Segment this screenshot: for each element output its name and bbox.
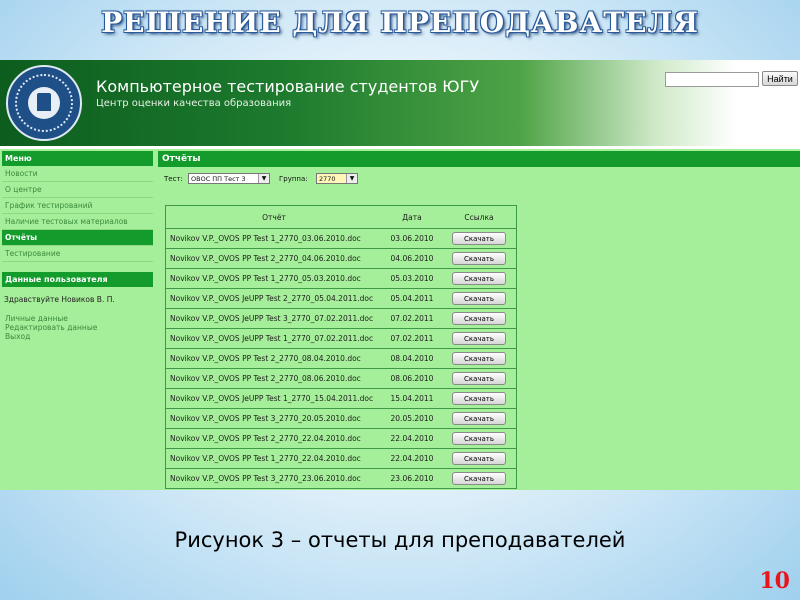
report-name: Novikov V.P._OVOS PP Test 1_2770_05.03.2… [165,268,382,289]
report-name: Novikov V.P._OVOS PP Test 2_2770_08.06.2… [165,368,382,389]
table-row: Novikov V.P._OVOS JeUPP Test 1_2770_07.0… [165,328,517,349]
filters: Тест: ОВОС ПП Тест 3 ▼ Группа: 2770 ▼ [158,167,800,193]
download-button[interactable]: Скачать [452,252,506,265]
column-header-date: Дата [382,205,442,229]
chevron-down-icon: ▼ [346,174,357,183]
menu-header: Меню [2,151,153,166]
download-button[interactable]: Скачать [452,432,506,445]
table-row: Novikov V.P._OVOS PP Test 3_2770_23.06.2… [165,468,517,489]
test-label: Тест: [164,175,183,183]
report-name: Novikov V.P._OVOS JeUPP Test 1_2770_07.0… [165,328,382,349]
download-button[interactable]: Скачать [452,452,506,465]
search-input[interactable] [665,72,759,87]
report-name: Novikov V.P._OVOS PP Test 1_2770_03.06.2… [165,228,382,249]
report-name: Novikov V.P._OVOS JeUPP Test 2_2770_05.0… [165,288,382,309]
table-row: Novikov V.P._OVOS PP Test 2_2770_08.04.2… [165,348,517,369]
report-date: 05.04.2011 [382,288,442,309]
report-name: Novikov V.P._OVOS PP Test 2_2770_08.04.2… [165,348,382,369]
download-button[interactable]: Скачать [452,232,506,245]
download-button[interactable]: Скачать [452,372,506,385]
download-button[interactable]: Скачать [452,312,506,325]
group-select-value: 2770 [319,175,336,183]
test-select-value: ОВОС ПП Тест 3 [191,175,246,183]
table-row: Novikov V.P._OVOS PP Test 2_2770_22.04.2… [165,428,517,449]
chevron-down-icon: ▼ [258,174,269,183]
user-greeting: Здравствуйте Новиков В. П. [4,295,115,304]
report-name: Novikov V.P._OVOS PP Test 1_2770_22.04.2… [165,448,382,469]
table-row: Novikov V.P._OVOS PP Test 1_2770_05.03.2… [165,268,517,289]
table-row: Novikov V.P._OVOS PP Test 1_2770_03.06.2… [165,228,517,249]
download-button[interactable]: Скачать [452,392,506,405]
sidebar-item-reports[interactable]: Отчёты [2,230,153,246]
table-row: Novikov V.P._OVOS JeUPP Test 2_2770_05.0… [165,288,517,309]
report-date: 07.02.2011 [382,308,442,329]
report-date: 07.02.2011 [382,328,442,349]
report-name: Novikov V.P._OVOS PP Test 2_2770_04.06.2… [165,248,382,269]
reports-table: Отчёт Дата Ссылка Novikov V.P._OVOS PP T… [165,205,517,489]
download-button[interactable]: Скачать [452,292,506,305]
sidebar-item-testing[interactable]: Тестирование [2,246,153,262]
table-row: Novikov V.P._OVOS PP Test 2_2770_04.06.2… [165,248,517,269]
table-row: Novikov V.P._OVOS PP Test 3_2770_20.05.2… [165,408,517,429]
page-number: 10 [759,568,790,594]
sidebar-item-materials[interactable]: Наличие тестовых материалов [2,214,153,230]
download-button[interactable]: Скачать [452,472,506,485]
report-name: Novikov V.P._OVOS PP Test 2_2770_22.04.2… [165,428,382,449]
personal-data-link[interactable]: Личные данные [2,314,153,323]
table-row: Novikov V.P._OVOS JeUPP Test 1_2770_15.0… [165,388,517,409]
report-name: Novikov V.P._OVOS JeUPP Test 3_2770_07.0… [165,308,382,329]
site-subtitle: Центр оценки качества образования [96,98,292,109]
download-button[interactable]: Скачать [452,272,506,285]
report-date: 08.04.2010 [382,348,442,369]
report-date: 05.03.2010 [382,268,442,289]
report-date: 22.04.2010 [382,428,442,449]
figure-caption: Рисунок 3 – отчеты для преподавателей [174,528,626,552]
group-label: Группа: [279,175,308,183]
report-name: Novikov V.P._OVOS PP Test 3_2770_23.06.2… [165,468,382,489]
download-button[interactable]: Скачать [452,352,506,365]
site-header: Компьютерное тестирование студентов ЮГУ … [0,60,800,146]
table-row: Novikov V.P._OVOS PP Test 1_2770_22.04.2… [165,448,517,469]
logout-link[interactable]: Выход [2,332,153,341]
report-date: 20.05.2010 [382,408,442,429]
report-name: Novikov V.P._OVOS PP Test 3_2770_20.05.2… [165,408,382,429]
sidebar: Меню Новости О центре График тестировани… [2,149,153,341]
column-header-report: Отчёт [165,205,382,229]
user-data-header: Данные пользователя [2,272,153,287]
column-header-link: Ссылка [442,205,517,229]
report-date: 15.04.2011 [382,388,442,409]
table-row: Novikov V.P._OVOS PP Test 2_2770_08.06.2… [165,368,517,389]
edit-data-link[interactable]: Редактировать данные [2,323,153,332]
table-row: Novikov V.P._OVOS JeUPP Test 3_2770_07.0… [165,308,517,329]
page-body: Меню Новости О центре График тестировани… [0,149,800,490]
report-date: 22.04.2010 [382,448,442,469]
report-date: 03.06.2010 [382,228,442,249]
group-select[interactable]: 2770 ▼ [316,173,358,184]
search-button[interactable]: Найти [762,71,798,86]
sidebar-item-news[interactable]: Новости [2,166,153,182]
slide-title: РЕШЕНИЕ ДЛЯ ПРЕПОДАВАТЕЛЯ [101,6,699,39]
report-date: 08.06.2010 [382,368,442,389]
report-date: 04.06.2010 [382,248,442,269]
university-logo-icon [6,65,82,141]
report-date: 23.06.2010 [382,468,442,489]
test-select[interactable]: ОВОС ПП Тест 3 ▼ [188,173,270,184]
screenshot: Компьютерное тестирование студентов ЮГУ … [0,60,800,490]
page-title: Отчёты [158,151,800,167]
report-name: Novikov V.P._OVOS JeUPP Test 1_2770_15.0… [165,388,382,409]
site-title: Компьютерное тестирование студентов ЮГУ [96,77,480,96]
download-button[interactable]: Скачать [452,412,506,425]
table-header-row: Отчёт Дата Ссылка [165,205,517,229]
sidebar-item-schedule[interactable]: График тестирований [2,198,153,214]
sidebar-item-about[interactable]: О центре [2,182,153,198]
download-button[interactable]: Скачать [452,332,506,345]
main-content: Отчёты Тест: ОВОС ПП Тест 3 ▼ Группа: 27… [158,149,800,489]
